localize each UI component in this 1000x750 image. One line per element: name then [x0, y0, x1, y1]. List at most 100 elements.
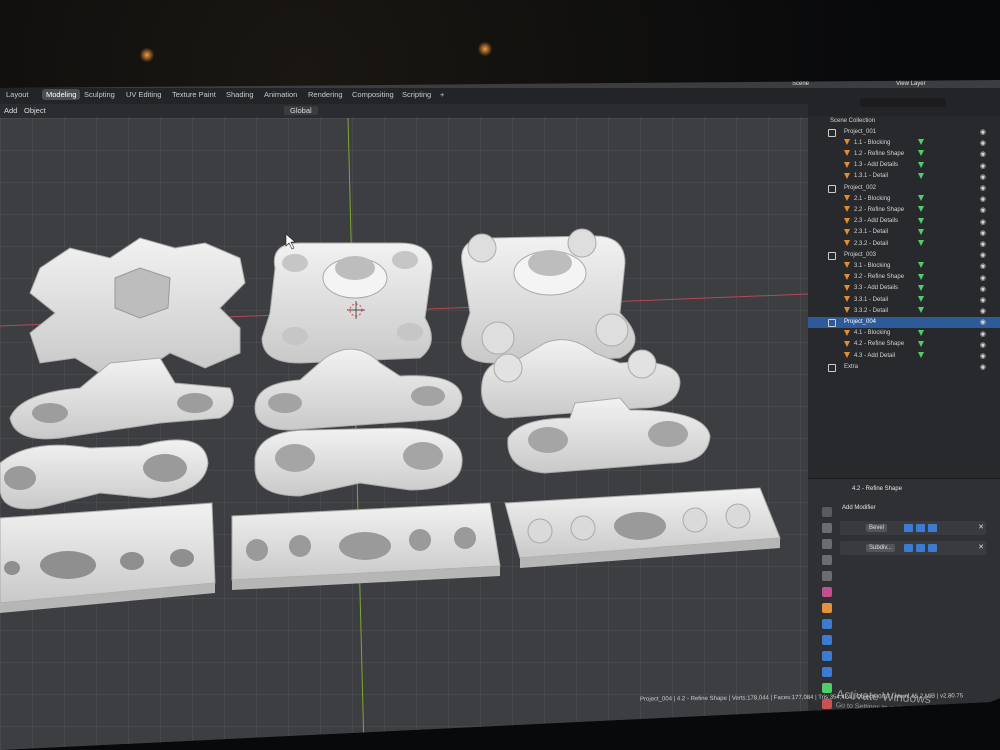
visibility-eye-icon[interactable]: ◉: [980, 162, 986, 170]
workspace-tab-texture-paint[interactable]: Texture Paint: [172, 90, 216, 99]
outliner-object-row[interactable]: 4.3 - Add Detail ◉: [808, 351, 1000, 362]
outliner-object-row[interactable]: 4.2 - Refine Shape ◉: [808, 340, 1000, 351]
outliner-object-row[interactable]: 2.2 - Refine Shape ◉: [808, 205, 1000, 216]
bevel-viewport-toggle[interactable]: [928, 524, 937, 532]
mesh-link-2[interactable]: [254, 427, 463, 497]
scene-label[interactable]: Scene: [792, 81, 809, 87]
visibility-eye-icon[interactable]: ◉: [980, 285, 986, 293]
outliner-object-row[interactable]: 3.3 - Add Details ◉: [808, 284, 1000, 295]
transform-orientation-dropdown[interactable]: Global: [284, 106, 318, 115]
add-workspace-button[interactable]: +: [440, 90, 444, 99]
visibility-eye-icon[interactable]: ◉: [980, 341, 986, 349]
mesh-flange-blocking[interactable]: [29, 237, 246, 374]
visibility-eye-icon[interactable]: ◉: [980, 330, 986, 338]
modifier-tab-icon[interactable]: [822, 619, 832, 629]
outliner-object-row[interactable]: 1.3 - Add Details ◉: [808, 161, 1000, 172]
collection-checkbox-icon[interactable]: [828, 364, 836, 373]
constraints-tab-icon[interactable]: [822, 667, 832, 677]
particles-tab-icon[interactable]: [822, 635, 832, 645]
outliner-object-row[interactable]: 2.3.2 - Detail ◉: [808, 239, 1000, 250]
outliner-object-row[interactable]: 1.3.1 - Detail ◉: [808, 172, 1000, 183]
view-layer-tab-icon[interactable]: [822, 555, 832, 565]
subdiv-render-toggle[interactable]: [916, 544, 925, 552]
visibility-eye-icon[interactable]: ◉: [980, 184, 986, 192]
subdiv-viewport-toggle[interactable]: [928, 544, 937, 552]
workspace-tab-sculpting[interactable]: Sculpting: [84, 90, 115, 99]
visibility-eye-icon[interactable]: ◉: [980, 173, 986, 181]
scene-collection-row[interactable]: Scene Collection: [808, 116, 1000, 127]
collection-checkbox-icon[interactable]: [828, 252, 836, 261]
outliner-object-row[interactable]: 3.3.2 - Detail ◉: [808, 306, 1000, 317]
object-tab-icon[interactable]: [822, 603, 832, 613]
workspace-tab-scripting[interactable]: Scripting: [402, 90, 431, 99]
workspace-tab-compositing[interactable]: Compositing: [352, 90, 394, 99]
visibility-eye-icon[interactable]: ◉: [980, 240, 986, 248]
outliner-object-row[interactable]: 1.1 - Blocking ◉: [808, 138, 1000, 149]
workspace-tab-animation[interactable]: Animation: [264, 90, 297, 99]
outliner-collection-row[interactable]: Project_002 ◉: [808, 183, 1000, 194]
bevel-editmode-toggle[interactable]: [904, 524, 913, 532]
outliner-object-row[interactable]: 1.2 - Refine Shape ◉: [808, 149, 1000, 160]
modifier-subdiv-name[interactable]: Subdiv...: [866, 544, 895, 552]
outliner-collection-row[interactable]: Project_004 ◉: [808, 317, 1000, 329]
visibility-eye-icon[interactable]: ◉: [980, 352, 986, 360]
modifier-bevel-name[interactable]: Bevel: [866, 524, 888, 532]
visibility-eye-icon[interactable]: ◉: [980, 218, 986, 226]
3d-viewport[interactable]: [0, 118, 808, 750]
workspace-tab-modeling[interactable]: Modeling: [42, 89, 81, 100]
subdiv-close-icon[interactable]: ✕: [978, 543, 984, 551]
visibility-eye-icon[interactable]: ◉: [980, 128, 986, 136]
output-tab-icon[interactable]: [822, 539, 832, 549]
outliner-object-row[interactable]: 3.1 - Blocking ◉: [808, 261, 1000, 272]
visibility-eye-icon[interactable]: ◉: [980, 318, 986, 326]
mesh-plate-2[interactable]: [231, 502, 501, 590]
visibility-eye-icon[interactable]: ◉: [980, 307, 986, 315]
workspace-tab-rendering[interactable]: Rendering: [308, 90, 343, 99]
visibility-eye-icon[interactable]: ◉: [980, 251, 986, 259]
scene-tab-icon[interactable]: [822, 571, 832, 581]
outliner-collection-row[interactable]: Extra ◉: [808, 362, 1000, 373]
mesh-link-1[interactable]: [0, 439, 209, 510]
outliner-object-row[interactable]: 3.2 - Refine Shape ◉: [808, 273, 1000, 284]
add-modifier-button[interactable]: Add Modifier: [842, 505, 876, 511]
outliner-collection-row[interactable]: Project_001 ◉: [808, 127, 1000, 138]
visibility-eye-icon[interactable]: ◉: [980, 206, 986, 214]
mesh-saddle-clamp-1[interactable]: [9, 357, 234, 440]
object-menu[interactable]: Object: [24, 106, 46, 115]
bevel-render-toggle[interactable]: [916, 524, 925, 532]
mesh-plate-1[interactable]: [0, 502, 216, 613]
view-layer-label[interactable]: View Layer: [896, 81, 926, 87]
world-tab-icon[interactable]: [822, 587, 832, 597]
visibility-eye-icon[interactable]: ◉: [980, 150, 986, 158]
visibility-eye-icon[interactable]: ◉: [980, 139, 986, 147]
visibility-eye-icon[interactable]: ◉: [980, 296, 986, 304]
modifier-subdivision[interactable]: Subdiv... ✕: [840, 541, 986, 555]
tool-tab-icon[interactable]: [822, 507, 832, 517]
collection-checkbox-icon[interactable]: [828, 319, 836, 328]
visibility-eye-icon[interactable]: ◉: [980, 363, 986, 371]
outliner-object-row[interactable]: 2.1 - Blocking ◉: [808, 194, 1000, 205]
visibility-eye-icon[interactable]: ◉: [980, 274, 986, 282]
render-tab-icon[interactable]: [822, 523, 832, 533]
subdiv-editmode-toggle[interactable]: [904, 544, 913, 552]
bevel-close-icon[interactable]: ✕: [978, 523, 984, 531]
outliner-collection-row[interactable]: Project_003 ◉: [808, 250, 1000, 261]
workspace-tab-shading[interactable]: Shading: [226, 90, 254, 99]
mesh-flange-refined[interactable]: [261, 242, 433, 364]
modifier-bevel[interactable]: Bevel ✕: [840, 521, 986, 535]
add-menu[interactable]: Add: [4, 106, 17, 115]
outliner-object-row[interactable]: 3.3.1 - Detail ◉: [808, 295, 1000, 306]
visibility-eye-icon[interactable]: ◉: [980, 195, 986, 203]
mesh-plate-3[interactable]: [504, 487, 781, 568]
visibility-eye-icon[interactable]: ◉: [980, 262, 986, 270]
workspace-tab-uv-editing[interactable]: UV Editing: [126, 90, 161, 99]
data-tab-icon[interactable]: [822, 683, 832, 693]
outliner-search-field[interactable]: [860, 98, 946, 107]
visibility-eye-icon[interactable]: ◉: [980, 229, 986, 237]
outliner-object-row[interactable]: 4.1 - Blocking ◉: [808, 329, 1000, 340]
physics-tab-icon[interactable]: [822, 651, 832, 661]
outliner-object-row[interactable]: 2.3 - Add Details ◉: [808, 217, 1000, 228]
workspace-tab-layout[interactable]: Layout: [6, 90, 29, 99]
collection-checkbox-icon[interactable]: [828, 185, 836, 193]
collection-checkbox-icon[interactable]: [828, 129, 836, 137]
